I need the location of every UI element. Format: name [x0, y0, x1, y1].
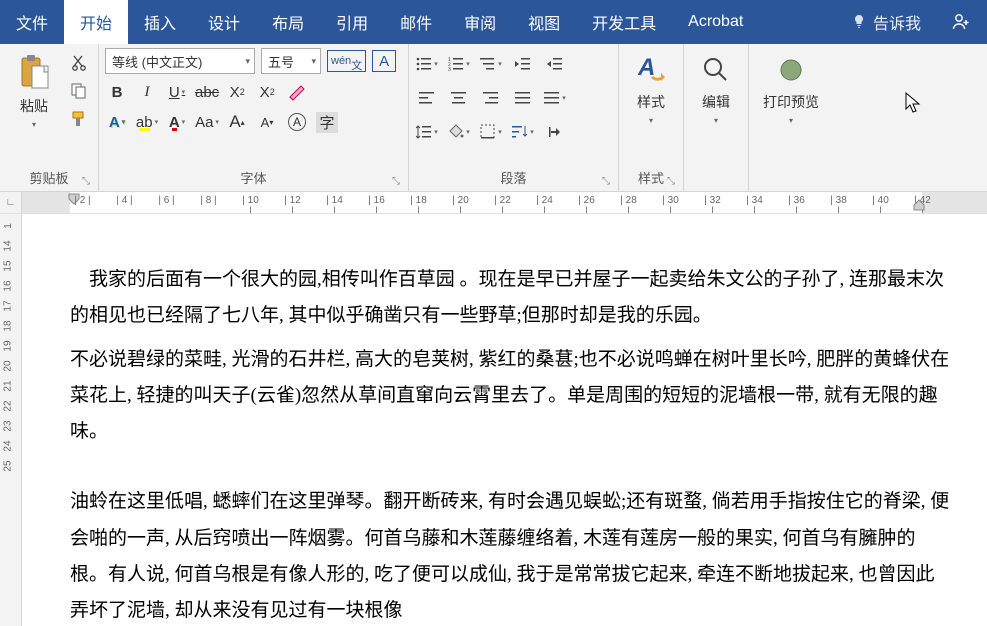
highlight-button[interactable]: ab [135, 110, 159, 134]
format-painter-button[interactable] [70, 110, 88, 128]
increase-indent-button[interactable] [543, 52, 567, 76]
show-marks-button[interactable] [543, 120, 567, 144]
tab-review[interactable]: 审阅 [448, 0, 512, 44]
ribbon-group-paragraph: 123 [409, 44, 619, 191]
sort-button[interactable] [511, 120, 535, 144]
paste-label: 粘贴 [20, 96, 48, 116]
ribbon-group-font: 等线 (中文正文)▾ 五号▾ wén文 A B I U abc X2 X2 A … [99, 44, 409, 191]
align-right-button[interactable] [479, 86, 503, 110]
char-shading-button[interactable]: 字 [315, 110, 339, 134]
borders-button[interactable] [479, 120, 503, 144]
distribute-button[interactable] [543, 86, 567, 110]
paragraph-launcher[interactable]: ⤡ [602, 176, 610, 187]
vertical-ruler[interactable]: 1141516171819202122232425 [0, 214, 22, 626]
superscript-button[interactable]: X2 [255, 80, 279, 104]
ruler-ticks: | 2 || 4 || 6 || 8 || 10 || 12 || 14 || … [72, 195, 933, 213]
clipboard-launcher[interactable]: ⤡ [82, 176, 90, 187]
ribbon-group-clipboard: 粘贴 ▾ 剪贴板 ⤡ [0, 44, 99, 191]
find-icon [698, 52, 734, 88]
tell-me-search[interactable]: 告诉我 [837, 0, 935, 44]
clipboard-group-label: 剪贴板 [29, 171, 68, 186]
editing-label: 编辑 [702, 92, 730, 112]
tab-references[interactable]: 引用 [320, 0, 384, 44]
ribbon: 粘贴 ▾ 剪贴板 ⤡ 等线 (中文正文)▾ 五号▾ wén文 A [0, 44, 987, 192]
styles-icon: A [633, 52, 669, 88]
text-effects-button[interactable]: A [105, 110, 129, 134]
styles-group-label: 样式 [638, 171, 664, 186]
doc-paragraph[interactable]: 不必说碧绿的菜畦, 光滑的石井栏, 高大的皂荚树, 紫红的桑葚;也不必说鸣蝉在树… [70, 342, 951, 450]
tab-design[interactable]: 设计 [192, 0, 256, 44]
font-family-dropdown[interactable]: 等线 (中文正文)▾ [105, 48, 255, 74]
subscript-button[interactable]: X2 [225, 80, 249, 104]
tell-me-label: 告诉我 [873, 10, 921, 34]
char-spacing-button[interactable]: Aa [195, 110, 219, 134]
doc-paragraph[interactable]: 我家的后面有一个很大的园,相传叫作百草园 。现在是早已并屋子一起卖给朱文公的子孙… [70, 262, 951, 334]
ribbon-group-styles: A 样式 ▾ 样式⤡ [619, 44, 684, 191]
ribbon-group-print-preview: 打印预览 ▾ [749, 44, 833, 191]
cut-button[interactable] [70, 54, 88, 72]
tab-devtools[interactable]: 开发工具 [576, 0, 672, 44]
doc-paragraph[interactable]: 油蛉在这里低唱, 蟋蟀们在这里弹琴。翻开断砖来, 有时会遇见蜈蚣;还有斑蝥, 倘… [70, 484, 951, 626]
font-family-value: 等线 (中文正文) [112, 52, 202, 71]
tab-mail[interactable]: 邮件 [384, 0, 448, 44]
print-preview-label: 打印预览 [763, 92, 819, 112]
bold-button[interactable]: B [105, 80, 129, 104]
multilevel-list-button[interactable] [479, 52, 503, 76]
menu-bar: 文件 开始 插入 设计 布局 引用 邮件 审阅 视图 开发工具 Acrobat … [0, 0, 987, 44]
document-body[interactable]: 我家的后面有一个很大的园,相传叫作百草园 。现在是早已并屋子一起卖给朱文公的子孙… [70, 262, 951, 626]
paragraph-group-label: 段落 [500, 171, 526, 186]
font-size-dropdown[interactable]: 五号▾ [261, 48, 321, 74]
font-launcher[interactable]: ⤡ [392, 176, 400, 187]
tab-home[interactable]: 开始 [64, 0, 128, 44]
align-left-button[interactable] [415, 86, 439, 110]
font-group-label: 字体 [240, 171, 266, 186]
tab-layout[interactable]: 布局 [256, 0, 320, 44]
align-center-button[interactable] [447, 86, 471, 110]
italic-button[interactable]: I [135, 80, 159, 104]
phonetic-guide-button[interactable]: wén文 [327, 50, 366, 72]
tab-file[interactable]: 文件 [0, 0, 64, 44]
character-border-button[interactable]: A [372, 50, 396, 72]
shading-button[interactable] [447, 120, 471, 144]
user-account-button[interactable] [935, 0, 987, 44]
underline-button[interactable]: U [165, 80, 189, 104]
indent-marker-right[interactable] [913, 193, 925, 211]
styles-launcher[interactable]: ⤡ [667, 176, 675, 187]
decrease-indent-button[interactable] [511, 52, 535, 76]
align-justify-button[interactable] [511, 86, 535, 110]
clipboard-icon [18, 54, 50, 92]
tab-insert[interactable]: 插入 [128, 0, 192, 44]
svg-text:3: 3 [448, 67, 451, 71]
numbering-button[interactable]: 123 [447, 52, 471, 76]
record-icon [773, 52, 809, 88]
tab-view[interactable]: 视图 [512, 0, 576, 44]
print-preview-button[interactable]: 打印预览 ▾ [755, 48, 827, 169]
shrink-font-button[interactable]: A▾ [255, 110, 279, 134]
tab-acrobat[interactable]: Acrobat [672, 0, 759, 44]
ribbon-group-editing: 编辑 ▾ [684, 44, 749, 191]
strikethrough-button[interactable]: abc [195, 80, 219, 104]
styles-label: 样式 [637, 92, 665, 112]
document-page[interactable]: 我家的后面有一个很大的园,相传叫作百草园 。现在是早已并屋子一起卖给朱文公的子孙… [22, 214, 987, 626]
ruler-corner: ∟ [0, 192, 22, 213]
lightbulb-icon [851, 14, 867, 30]
ruler-row: ∟ | 2 || 4 || 6 || 8 || 10 || 12 || 14 |… [0, 192, 987, 214]
clear-formatting-button[interactable] [285, 80, 309, 104]
font-size-value: 五号 [268, 52, 294, 71]
copy-button[interactable] [70, 82, 88, 100]
phonetic-label: wén [331, 56, 351, 67]
line-spacing-button[interactable] [415, 120, 439, 144]
paste-button[interactable]: 粘贴 ▾ [10, 50, 58, 133]
document-area: 1141516171819202122232425 我家的后面有一个很大的园,相… [0, 214, 987, 626]
bullets-button[interactable] [415, 52, 439, 76]
editing-button[interactable]: 编辑 ▾ [690, 48, 742, 169]
enclosed-char-button[interactable]: A [285, 110, 309, 134]
styles-button[interactable]: A 样式 ▾ [625, 48, 677, 165]
horizontal-ruler[interactable]: | 2 || 4 || 6 || 8 || 10 || 12 || 14 || … [22, 192, 987, 213]
grow-font-button[interactable]: A▴ [225, 110, 249, 134]
font-color-button[interactable]: A [165, 110, 189, 134]
